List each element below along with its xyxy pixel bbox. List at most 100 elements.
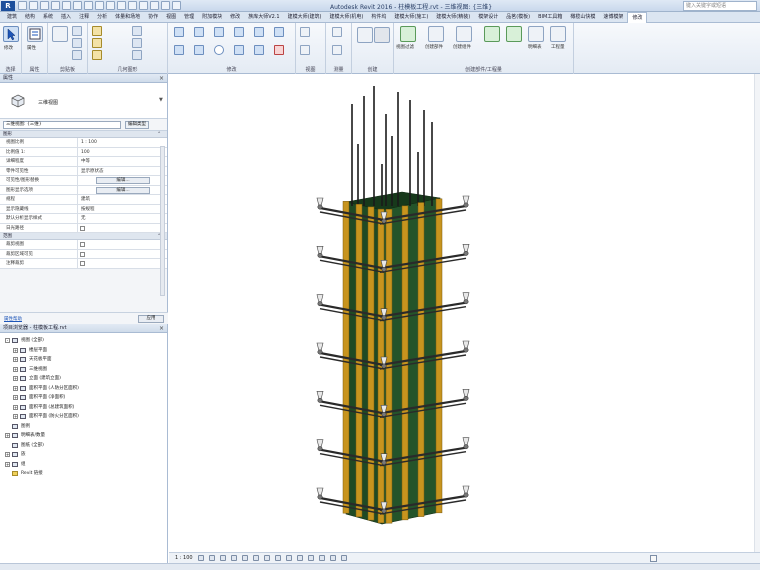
ribbon-tab[interactable]: 插入 bbox=[57, 12, 75, 23]
tree-node[interactable]: + 组 bbox=[0, 460, 167, 470]
split-icon[interactable] bbox=[254, 27, 264, 37]
tree-node[interactable]: + 天花板平面 bbox=[0, 355, 167, 365]
mirror-draw-icon[interactable] bbox=[234, 27, 244, 37]
ribbon-tab[interactable]: 建模大师(机电) bbox=[325, 12, 367, 23]
offset-icon[interactable] bbox=[194, 27, 204, 37]
dimension-tool-icon[interactable] bbox=[332, 45, 342, 55]
ribbon-tab[interactable]: 模架设计 bbox=[474, 12, 502, 23]
tree-node[interactable]: + 明细表/数量 bbox=[0, 431, 167, 441]
property-value[interactable]: 按规程 bbox=[78, 205, 167, 214]
edit-button[interactable]: 编辑... bbox=[96, 186, 150, 194]
demolish-icon[interactable] bbox=[132, 50, 142, 60]
property-value[interactable] bbox=[78, 259, 167, 268]
redo-icon[interactable] bbox=[62, 1, 71, 10]
tree-node[interactable]: 图例 bbox=[0, 422, 167, 432]
properties-icon[interactable] bbox=[27, 26, 43, 42]
ribbon-tab[interactable]: 品茗(模板) bbox=[502, 12, 534, 23]
text-icon[interactable] bbox=[117, 1, 126, 10]
ribbon-tab[interactable]: 建筑 bbox=[3, 12, 21, 23]
property-value[interactable] bbox=[78, 224, 167, 233]
temporary-hide-icon[interactable] bbox=[285, 555, 292, 561]
crop-view-icon[interactable] bbox=[252, 555, 259, 561]
expand-toggle-icon[interactable]: + bbox=[13, 347, 18, 353]
tag-icon[interactable] bbox=[106, 1, 115, 10]
ribbon-tab[interactable]: 协作 bbox=[144, 12, 162, 23]
expand-toggle-icon[interactable]: + bbox=[13, 357, 18, 363]
print-icon[interactable] bbox=[73, 1, 82, 10]
expand-toggle-icon[interactable]: + bbox=[5, 433, 10, 439]
collapse-toggle-icon[interactable]: - bbox=[5, 338, 10, 344]
measure-tool-icon[interactable] bbox=[332, 27, 342, 37]
mirror-axis-icon[interactable] bbox=[214, 27, 224, 37]
ribbon-tab[interactable]: 建模大师(施工) bbox=[390, 12, 432, 23]
viewport-scrollbar[interactable] bbox=[754, 74, 760, 552]
tree-node[interactable]: 图纸 (全部) bbox=[0, 441, 167, 451]
reveal-hidden-icon[interactable] bbox=[296, 555, 303, 561]
property-value[interactable] bbox=[78, 240, 167, 249]
edit-button[interactable]: 编辑... bbox=[96, 177, 150, 184]
cut-icon[interactable] bbox=[72, 26, 82, 36]
ribbon-tab[interactable]: 结构 bbox=[21, 12, 39, 23]
expand-toggle-icon[interactable]: + bbox=[13, 366, 18, 372]
property-value[interactable]: 编辑... bbox=[78, 176, 167, 185]
detail-level-icon[interactable] bbox=[197, 555, 204, 561]
save-icon[interactable] bbox=[29, 1, 38, 10]
column-formwork-model[interactable] bbox=[169, 74, 760, 552]
filter-icon[interactable] bbox=[650, 555, 657, 562]
thin-lines-icon[interactable] bbox=[150, 1, 159, 10]
move-icon[interactable] bbox=[174, 45, 184, 55]
property-value[interactable]: 中等 bbox=[78, 157, 167, 166]
checkbox[interactable] bbox=[80, 261, 85, 266]
rotate-icon[interactable] bbox=[214, 45, 224, 55]
paste-icon[interactable] bbox=[52, 26, 68, 42]
ribbon-tab[interactable]: 体量和场地 bbox=[111, 12, 144, 23]
tree-node[interactable]: + 楼层平面 bbox=[0, 346, 167, 356]
ribbon-tab[interactable]: 视图 bbox=[162, 12, 180, 23]
ribbon-tab[interactable]: 附加模块 bbox=[198, 12, 226, 23]
tree-node[interactable]: + 族 bbox=[0, 450, 167, 460]
tree-node[interactable]: + 面积平面 (防火分区面积) bbox=[0, 412, 167, 422]
join-icon[interactable] bbox=[92, 50, 102, 60]
ribbon-tab[interactable]: 注释 bbox=[75, 12, 93, 23]
properties-scrollbar[interactable] bbox=[160, 146, 165, 296]
reveal-constraints-icon[interactable] bbox=[340, 555, 347, 561]
sun-path-icon[interactable] bbox=[219, 555, 226, 561]
array-icon[interactable] bbox=[254, 45, 264, 55]
cope-icon[interactable] bbox=[92, 26, 102, 36]
edit-type-button[interactable]: 编辑类型 bbox=[125, 120, 149, 129]
property-value[interactable]: 1 : 100 bbox=[78, 138, 167, 147]
cut-geometry-icon[interactable] bbox=[92, 38, 102, 48]
3d-view-icon[interactable] bbox=[128, 1, 137, 10]
apply-button[interactable]: 应用 bbox=[138, 315, 164, 323]
open-icon[interactable] bbox=[18, 1, 27, 10]
ribbon-tab[interactable]: 橄榄山快模 bbox=[566, 12, 599, 23]
match-properties-icon[interactable] bbox=[72, 50, 82, 60]
delete-icon[interactable] bbox=[274, 45, 284, 55]
sync-icon[interactable] bbox=[40, 1, 49, 10]
section-range[interactable]: 范围 ⌃ bbox=[0, 233, 167, 240]
hide-in-view-icon[interactable] bbox=[300, 27, 310, 37]
tree-node[interactable]: Revit 链接 bbox=[0, 469, 167, 479]
view-scale[interactable]: 1 : 100 bbox=[175, 555, 193, 561]
schedule-icon[interactable] bbox=[528, 26, 544, 42]
ribbon-tab[interactable]: 管理 bbox=[180, 12, 198, 23]
tree-node[interactable]: + 面积平面 (总建筑面积) bbox=[0, 403, 167, 413]
collapse-icon[interactable]: ⌃ bbox=[157, 131, 161, 138]
trim-icon[interactable] bbox=[234, 45, 244, 55]
modify-cursor-icon[interactable] bbox=[3, 26, 19, 42]
filter-funnel-icon[interactable] bbox=[484, 26, 500, 42]
ribbon-tab[interactable]: 修改 bbox=[627, 11, 648, 23]
create-similar-icon[interactable] bbox=[374, 27, 390, 43]
align-icon[interactable] bbox=[174, 27, 184, 37]
copy-icon[interactable] bbox=[72, 38, 82, 48]
property-value[interactable]: 无 bbox=[78, 214, 167, 223]
3d-viewport[interactable] bbox=[169, 74, 760, 552]
ribbon-tab[interactable]: 建模大师(精装) bbox=[432, 12, 474, 23]
tree-node[interactable]: + 三维视图 bbox=[0, 365, 167, 375]
switch-windows-icon[interactable] bbox=[172, 1, 181, 10]
lock-view-icon[interactable] bbox=[274, 555, 281, 561]
checkbox[interactable] bbox=[80, 251, 85, 257]
expand-toggle-icon[interactable]: + bbox=[13, 385, 18, 391]
ribbon-tab[interactable]: 族库大师V2.1 bbox=[244, 12, 283, 23]
filter-funnel-2-icon[interactable] bbox=[506, 26, 522, 42]
